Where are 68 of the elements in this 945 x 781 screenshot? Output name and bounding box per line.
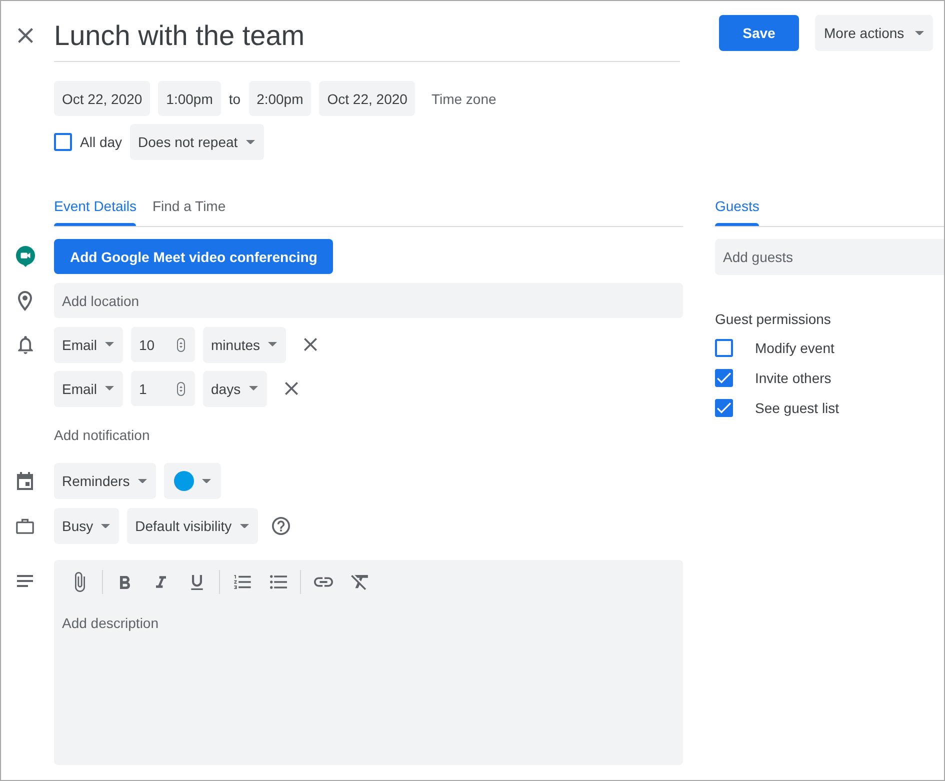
permission-label: See guest list bbox=[755, 400, 840, 416]
video-bubble-icon bbox=[16, 246, 34, 267]
description-editor[interactable]: Add description bbox=[54, 560, 683, 765]
text-lines-icon bbox=[17, 575, 33, 587]
save-button[interactable]: Save bbox=[719, 15, 799, 51]
checkbox[interactable] bbox=[54, 133, 72, 151]
close-icon[interactable] bbox=[304, 338, 318, 351]
notification-unit-dropdown[interactable]: days bbox=[203, 370, 267, 406]
date-button[interactable]: Oct 22, 2020 bbox=[54, 81, 150, 116]
caret-icon bbox=[240, 524, 249, 528]
italic-icon[interactable] bbox=[156, 576, 166, 588]
caret-icon bbox=[138, 478, 147, 484]
location-pin-icon bbox=[18, 290, 32, 310]
time-zone-button[interactable]: Time zone bbox=[431, 81, 496, 116]
bold-icon[interactable] bbox=[120, 576, 130, 588]
date-button[interactable]: Oct 22, 2020 bbox=[319, 81, 416, 116]
guests-field[interactable]: Add guests bbox=[715, 239, 944, 275]
time-button[interactable]: 1:00pm bbox=[158, 81, 221, 116]
tab[interactable]: Event Details bbox=[54, 194, 136, 226]
to-label: to bbox=[228, 90, 241, 106]
number-field[interactable]: 1 bbox=[131, 371, 196, 406]
description-field[interactable]: Add description bbox=[54, 613, 683, 765]
repeat-dropdown[interactable]: Does not repeat bbox=[130, 124, 264, 160]
caret-icon bbox=[915, 30, 924, 36]
all-day-label: All day bbox=[80, 134, 122, 150]
close-icon[interactable] bbox=[18, 28, 33, 43]
title-field[interactable]: Lunch with the team bbox=[54, 15, 680, 62]
availability-dropdown[interactable]: Busy bbox=[54, 508, 120, 544]
tab[interactable]: Find a Time bbox=[152, 194, 226, 226]
calendar-icon bbox=[17, 472, 33, 490]
spinner-icon[interactable] bbox=[177, 338, 186, 352]
calendar-dropdown[interactable]: Reminders bbox=[54, 463, 156, 499]
numbered-list-icon[interactable] bbox=[234, 575, 250, 589]
checkbox[interactable] bbox=[715, 399, 733, 417]
help-icon[interactable] bbox=[272, 517, 290, 535]
more-actions-button[interactable]: More actions bbox=[815, 15, 934, 51]
briefcase-icon bbox=[16, 518, 34, 534]
checkbox[interactable] bbox=[715, 339, 733, 357]
add-notification-button[interactable]: Add notification bbox=[54, 415, 150, 454]
spinner-icon[interactable] bbox=[177, 382, 186, 396]
caret-icon bbox=[268, 342, 278, 347]
caret-icon bbox=[101, 524, 110, 528]
tab[interactable]: Guests bbox=[715, 194, 760, 226]
link-icon[interactable] bbox=[314, 577, 332, 587]
caret-icon bbox=[202, 478, 211, 484]
caret-icon bbox=[248, 386, 258, 391]
caret-icon bbox=[105, 386, 114, 391]
color-dropdown[interactable] bbox=[164, 463, 221, 499]
permission-label: Modify event bbox=[755, 340, 834, 356]
checkbox[interactable] bbox=[715, 369, 733, 387]
close-icon[interactable] bbox=[284, 382, 298, 395]
permission-label: Invite others bbox=[755, 370, 832, 386]
clear-formatting-icon[interactable] bbox=[350, 574, 368, 590]
caret-icon bbox=[105, 342, 114, 347]
bell-icon bbox=[18, 336, 32, 354]
notification-method-dropdown[interactable]: Email bbox=[54, 326, 124, 362]
notification-unit-dropdown[interactable]: minutes bbox=[203, 326, 286, 362]
notification-method-dropdown[interactable]: Email bbox=[54, 370, 124, 406]
location-field[interactable]: Add location bbox=[54, 283, 683, 318]
add-video-conferencing-button[interactable]: Add Google Meet video conferencing bbox=[54, 239, 334, 274]
visibility-dropdown[interactable]: Default visibility bbox=[127, 508, 258, 544]
time-button[interactable]: 2:00pm bbox=[248, 81, 312, 116]
bulleted-list-icon[interactable] bbox=[270, 575, 286, 589]
caret-icon bbox=[246, 140, 255, 144]
underline-icon[interactable] bbox=[191, 574, 203, 590]
number-field[interactable]: 10 bbox=[131, 327, 196, 362]
paperclip-icon[interactable] bbox=[75, 572, 85, 592]
permissions-heading: Guest permissions bbox=[715, 310, 832, 329]
